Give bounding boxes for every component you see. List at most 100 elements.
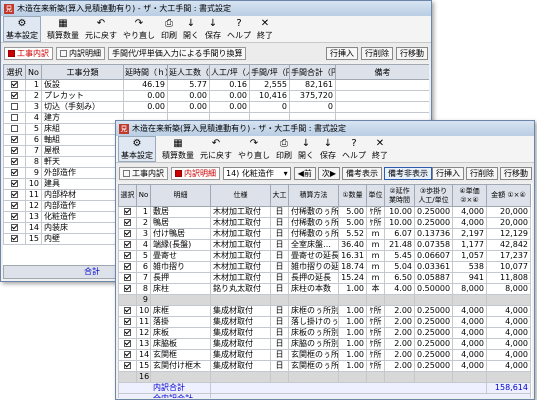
row-checkbox[interactable] [124, 340, 131, 347]
unit-cell[interactable]: 本 [366, 283, 385, 295]
row-checkbox[interactable] [11, 235, 18, 242]
front-col-header[interactable]: ③歩掛り 人工/単位 [414, 184, 453, 207]
value-cell[interactable]: 375,720 [289, 90, 336, 102]
spec-cell[interactable]: 木材加工取付 [210, 272, 271, 284]
method-cell[interactable]: 全室床盤… [288, 239, 339, 251]
front-row-insert-button[interactable]: 行挿入 [432, 167, 464, 180]
row-checkbox[interactable] [124, 318, 131, 325]
front-col-header[interactable]: ②延作業時間 [384, 184, 415, 207]
table-row[interactable]: 3 切込（手刻み） 0.00 0.00 0.00 0 0 [3, 101, 429, 113]
value-cell[interactable]: 4,000 [452, 360, 487, 372]
method-cell[interactable]: 床柱の本数 [288, 283, 339, 295]
select-cell[interactable] [3, 79, 26, 91]
back-col-header[interactable]: 選択 [3, 64, 26, 80]
back-row-move-button[interactable]: 行移動 [396, 47, 428, 60]
row-checkbox[interactable] [11, 224, 18, 231]
value-cell[interactable]: 0.25000 [414, 217, 453, 229]
value-cell[interactable]: 0.07358 [414, 239, 453, 251]
select-cell[interactable] [3, 189, 26, 201]
remarks-cell[interactable] [335, 90, 429, 102]
item-cell[interactable]: 雑巾摺り [150, 261, 211, 273]
back-row-delete-button[interactable]: 行削除 [361, 47, 393, 60]
value-cell[interactable]: 4,000 [486, 338, 531, 350]
spec-cell[interactable] [210, 371, 271, 383]
table-row[interactable]: 16 [118, 371, 531, 383]
select-cell[interactable] [118, 316, 137, 328]
row-checkbox[interactable] [11, 158, 18, 165]
spec-cell[interactable]: 木材加工取付 [210, 261, 271, 273]
item-cell[interactable]: 鴨居 [150, 217, 211, 229]
front-col-header[interactable]: 明細 [150, 184, 211, 207]
qty-cell[interactable] [338, 371, 367, 383]
value-cell[interactable]: 46.19 [123, 79, 168, 91]
value-cell[interactable]: 4,000 [452, 327, 487, 339]
value-cell[interactable] [384, 294, 415, 306]
qty-cell[interactable] [338, 294, 367, 306]
item-cell[interactable] [150, 294, 211, 306]
category-cell[interactable]: 建方 [41, 112, 124, 124]
value-cell[interactable]: 11,808 [486, 272, 531, 284]
value-cell[interactable]: 6.50 [384, 272, 415, 284]
value-cell[interactable]: 10.00 [384, 206, 415, 218]
value-cell[interactable]: 2.00 [384, 338, 415, 350]
value-cell[interactable]: 4,000 [486, 349, 531, 361]
select-cell[interactable] [3, 145, 26, 157]
value-cell[interactable]: 0.25000 [414, 316, 453, 328]
qty-cell[interactable]: 1.00 [338, 305, 367, 317]
qty-cell[interactable]: 5.52 [338, 228, 367, 240]
spec-cell[interactable]: 木材加工取付 [210, 228, 271, 240]
front-toolbar-button-0[interactable]: ⚙ 基本設定 [118, 136, 156, 162]
select-cell[interactable] [118, 239, 137, 251]
value-cell[interactable]: 4,000 [486, 327, 531, 339]
spec-cell[interactable]: 木材加工取付 [210, 250, 271, 262]
front-col-header[interactable]: 金額 ①×④ [486, 184, 531, 207]
category-cell[interactable]: 屋根 [41, 145, 124, 157]
value-cell[interactable]: 0.50000 [414, 283, 453, 295]
unit-cell[interactable]: ｹ所 [366, 338, 385, 350]
unit-cell[interactable]: ｹ所 [366, 305, 385, 317]
value-cell[interactable]: 0.25000 [414, 305, 453, 317]
value-cell[interactable] [384, 371, 415, 383]
category-cell[interactable]: 内壁 [41, 233, 124, 245]
qty-cell[interactable]: 1.00 [338, 327, 367, 339]
method-cell[interactable]: 雑巾摺りの延長 [288, 261, 339, 273]
remarks-cell[interactable] [335, 79, 429, 91]
method-cell[interactable]: 付稀敷のぅ所別 [288, 206, 339, 218]
qty-cell[interactable]: 36.40 [338, 239, 367, 251]
row-checkbox[interactable] [11, 180, 18, 187]
carpenter-cell[interactable]: 日 [270, 206, 289, 218]
method-cell[interactable]: 玄関框のぅ所 [288, 349, 339, 361]
table-row[interactable]: 6雑巾摺り木材加工取付日雑巾摺りの延長18.74m5.040.033615381… [118, 261, 531, 273]
table-row[interactable]: 10 床框 集成材取付日床框のぅ所別 1.00 ｹ所 2.00 0.25000 4,000 4,… [118, 305, 531, 317]
value-cell[interactable]: 10,416 [249, 90, 290, 102]
value-cell[interactable]: 4,000 [452, 206, 487, 218]
value-cell[interactable]: 538 [452, 261, 487, 273]
value-cell[interactable]: 4,000 [486, 316, 531, 328]
carpenter-cell[interactable]: 日 [270, 360, 289, 372]
category-cell[interactable]: 外部造作 [41, 167, 124, 179]
carpenter-cell[interactable]: 日 [270, 228, 289, 240]
value-cell[interactable] [414, 294, 453, 306]
remarks-show-button[interactable]: 備考表示 [342, 167, 382, 180]
unit-cell[interactable]: m [366, 228, 385, 240]
category-cell[interactable]: 軸組 [41, 134, 124, 146]
table-row[interactable]: 15 玄関付け框木 集成材取付日玄関框のぅ所 1.00 ｹ所 2.00 0.25000 4,0… [118, 360, 531, 372]
value-cell[interactable]: 2.00 [384, 360, 415, 372]
back-toolbar-button-1[interactable]: ▦ 積算数量 [47, 16, 79, 41]
value-cell[interactable]: 8,000 [452, 283, 487, 295]
spec-cell[interactable]: 銘り丸太取付 [210, 283, 271, 295]
select-cell[interactable] [3, 222, 26, 234]
value-cell[interactable]: 0.25000 [414, 338, 453, 350]
table-row[interactable]: 2 プレカット 0.00 0.00 0.00 10,416 375,720 [3, 90, 429, 102]
value-cell[interactable]: 0.00 [123, 101, 168, 113]
back-toolbar-button-4[interactable]: ⎙ 印刷 [161, 16, 177, 41]
value-cell[interactable]: 5.04 [384, 261, 415, 273]
item-cell[interactable]: 床柱 [150, 283, 211, 295]
value-cell[interactable]: 6.07 [384, 228, 415, 240]
value-cell[interactable]: 4,000 [452, 316, 487, 328]
row-checkbox[interactable] [11, 81, 18, 88]
unit-cell[interactable]: ｹ所 [366, 217, 385, 229]
select-cell[interactable] [118, 349, 137, 361]
category-cell[interactable]: プレカット [41, 90, 124, 102]
select-cell[interactable] [118, 272, 137, 284]
